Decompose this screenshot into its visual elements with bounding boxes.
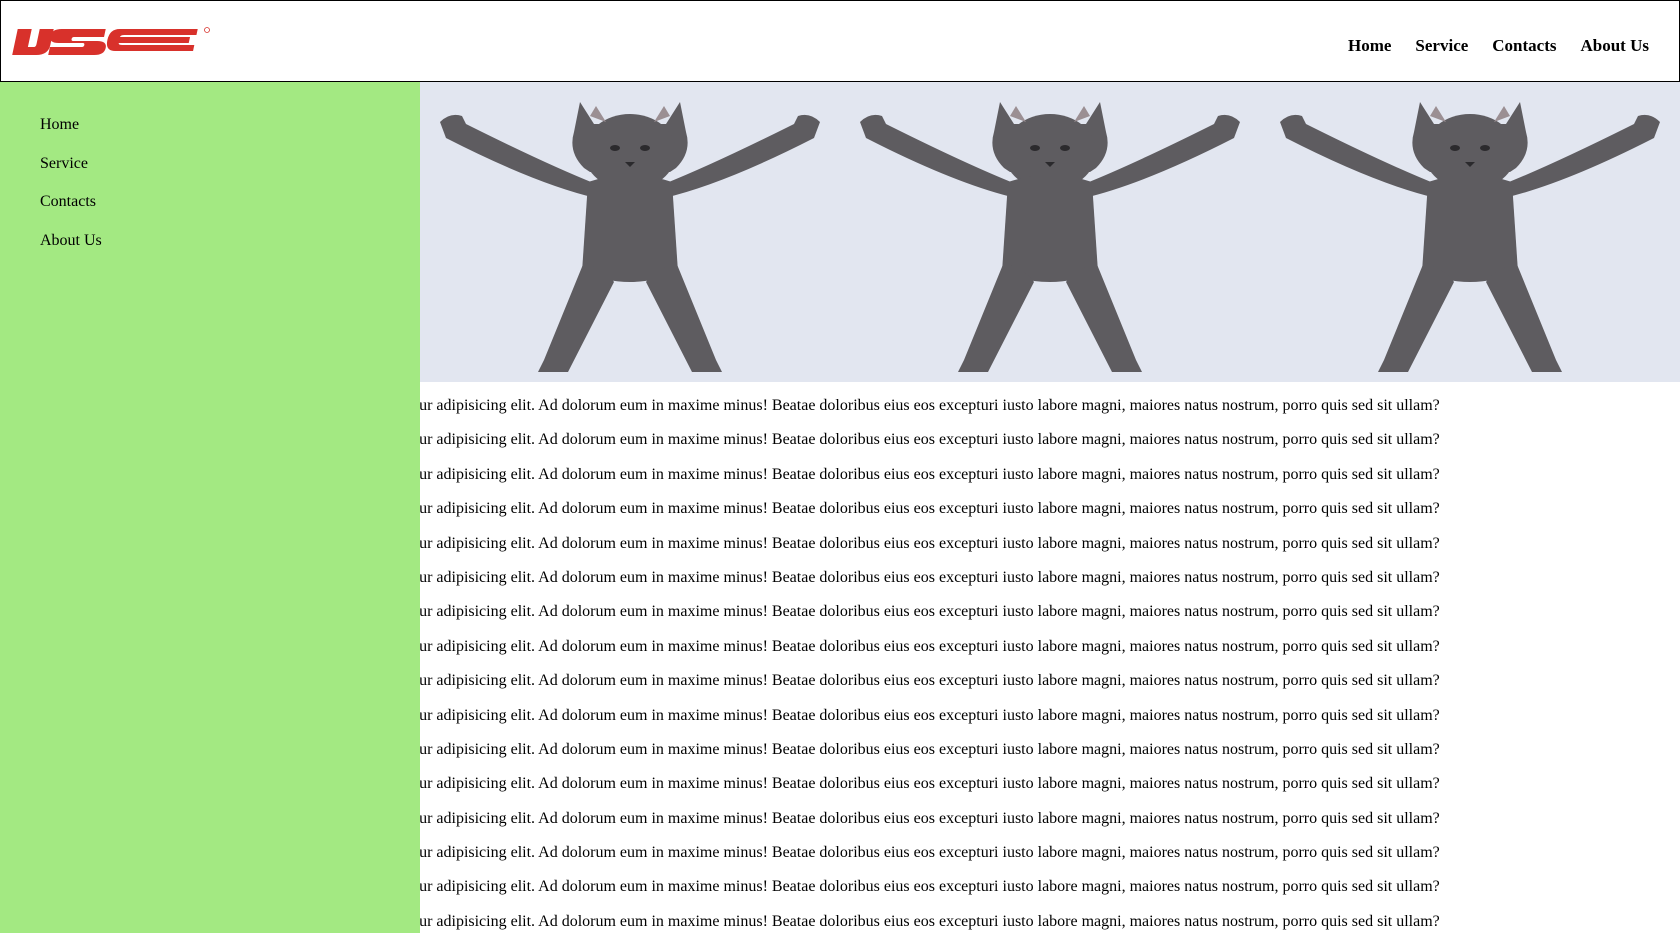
paragraph-line: r sit amet, consectetur adipisicing elit… — [420, 912, 1440, 930]
paragraph-line: r sit amet, consectetur adipisicing elit… — [420, 534, 1440, 552]
paragraph-line: r sit amet, consectetur adipisicing elit… — [420, 500, 1440, 518]
top-nav-about-us[interactable]: About Us — [1581, 36, 1650, 56]
paragraph-line: r sit amet, consectetur adipisicing elit… — [420, 775, 1440, 793]
paragraph-line: r sit amet, consectetur adipisicing elit… — [420, 672, 1440, 690]
sidebar-item-about-us[interactable]: About Us — [40, 232, 102, 271]
sidebar-item-home[interactable]: Home — [40, 116, 102, 155]
top-nav-contacts[interactable]: Contacts — [1492, 36, 1556, 56]
top-nav-home[interactable]: Home — [1348, 36, 1391, 56]
ijse-logo[interactable] — [11, 23, 211, 61]
paragraph-line: r sit amet, consectetur adipisicing elit… — [420, 431, 1440, 449]
paragraph-line: r sit amet, consectetur adipisicing elit… — [420, 878, 1440, 896]
paragraph-line: r sit amet, consectetur adipisicing elit… — [420, 740, 1440, 758]
paragraph-line: r sit amet, consectetur adipisicing elit… — [420, 603, 1440, 621]
sidebar-item-service[interactable]: Service — [40, 155, 102, 194]
sidebar: Home Service Contacts About Us — [0, 82, 420, 933]
logo-graphic — [12, 27, 210, 55]
top-nav-service[interactable]: Service — [1415, 36, 1468, 56]
main-content: r sit amet, consectetur adipisicing elit… — [420, 82, 1680, 933]
site-header: Home Service Contacts About Us — [0, 0, 1680, 82]
paragraph-line: r sit amet, consectetur adipisicing elit… — [420, 844, 1440, 862]
paragraph-line: r sit amet, consectetur adipisicing elit… — [420, 397, 1440, 414]
banner-image — [420, 82, 1680, 382]
dancing-cat-image — [1260, 82, 1680, 382]
paragraph-line: r sit amet, consectetur adipisicing elit… — [420, 809, 1440, 827]
top-nav: Home Service Contacts About Us — [1348, 36, 1649, 56]
sidebar-item-contacts[interactable]: Contacts — [40, 193, 102, 232]
dancing-cat-image — [420, 82, 840, 382]
paragraph-line: r sit amet, consectetur adipisicing elit… — [420, 637, 1440, 655]
dancing-cat-image — [840, 82, 1260, 382]
body-text: r sit amet, consectetur adipisicing elit… — [420, 396, 1440, 933]
paragraph-line: r sit amet, consectetur adipisicing elit… — [420, 568, 1440, 586]
paragraph-line: r sit amet, consectetur adipisicing elit… — [420, 465, 1440, 483]
sidebar-nav: Home Service Contacts About Us — [40, 116, 102, 270]
paragraph-line: r sit amet, consectetur adipisicing elit… — [420, 706, 1440, 724]
